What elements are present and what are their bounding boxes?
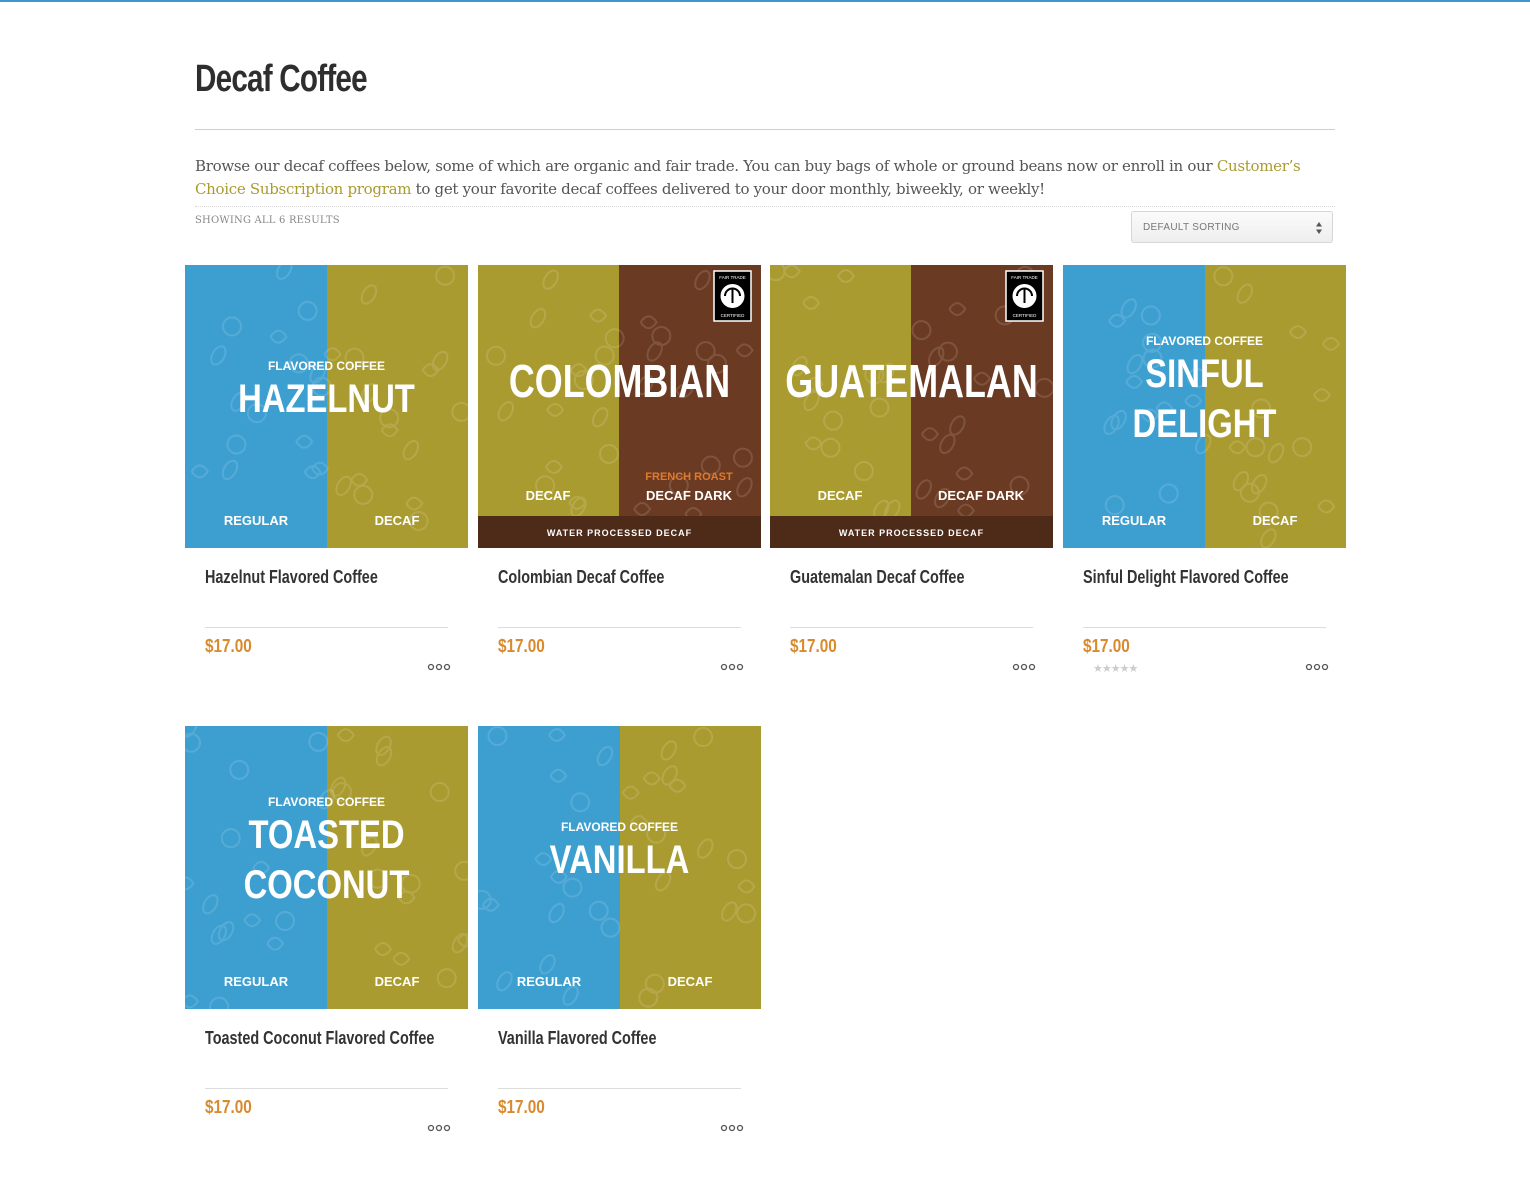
product-image[interactable]: FLAVORED COFFEE VANILLA REGULAR DECAF xyxy=(478,726,761,1009)
dotted-divider xyxy=(195,206,1335,207)
product-divider xyxy=(790,627,1033,628)
category-description: Browse our decaf coffees below, some of … xyxy=(195,155,1335,201)
more-options-icon[interactable] xyxy=(720,1124,744,1132)
product-image-right-label: DECAF xyxy=(375,513,420,528)
more-options-icon[interactable] xyxy=(1012,663,1036,671)
product-divider xyxy=(205,627,448,628)
product-name-link[interactable]: Guatemalan Decaf Coffee xyxy=(790,567,964,588)
product-name-link[interactable]: Colombian Decaf Coffee xyxy=(498,567,664,588)
product-divider xyxy=(498,627,741,628)
product-image-title-2: COCONUT xyxy=(244,862,410,907)
product-card: FLAVORED COFFEE HAZELNUT REGULAR DECAF Hazel… xyxy=(185,265,468,725)
product-name-link[interactable]: Vanilla Flavored Coffee xyxy=(498,1028,656,1049)
product-image-kicker: FLAVORED COFFEE xyxy=(561,820,678,834)
product-image[interactable]: GUATEMALAN DECAF DECAF DARK WATER PROCESSED… xyxy=(770,265,1053,548)
fair-trade-badge-icon: FAIR TRADE CERTIFIED xyxy=(713,270,752,322)
product-card: FLAVORED COFFEE SINFUL DELIGHT REGULAR DECAF… xyxy=(1063,265,1346,725)
product-image-left-label: REGULAR xyxy=(517,974,582,989)
product-card: GUATEMALAN DECAF DECAF DARK WATER PROCESSED… xyxy=(770,265,1053,725)
product-image-left-label: DECAF xyxy=(818,488,863,503)
select-arrows-icon xyxy=(1316,222,1322,234)
product-divider xyxy=(1083,627,1326,628)
product-image-right-label: DECAF DARK xyxy=(938,488,1025,503)
page-title: Decaf Coffee xyxy=(195,58,368,100)
svg-text:CERTIFIED: CERTIFIED xyxy=(1013,313,1037,318)
more-options-icon[interactable] xyxy=(427,663,451,671)
product-image-title: COLOMBIAN xyxy=(509,356,730,407)
svg-text:FAIR TRADE: FAIR TRADE xyxy=(1011,275,1037,280)
svg-text:CERTIFIED: CERTIFIED xyxy=(721,313,745,318)
product-image-roast: FRENCH ROAST xyxy=(645,471,733,483)
product-price: $17.00 xyxy=(205,636,252,656)
product-image-kicker: FLAVORED COFFEE xyxy=(268,359,385,373)
product-image-right-label: DECAF xyxy=(668,974,713,989)
more-options-icon[interactable] xyxy=(427,1124,451,1132)
description-text-end: to get your favorite decaf coffees deliv… xyxy=(411,180,1046,198)
product-image[interactable]: FLAVORED COFFEE SINFUL DELIGHT REGULAR DECAF xyxy=(1063,265,1346,548)
fair-trade-badge-icon: FAIR TRADE CERTIFIED xyxy=(1005,270,1044,322)
product-image-left-label: REGULAR xyxy=(1102,513,1167,528)
star-rating-icon: ★★★★★ xyxy=(1093,662,1138,675)
product-image-title: TOASTED xyxy=(248,812,404,857)
product-image-title: VANILLA xyxy=(550,837,690,882)
more-options-icon[interactable] xyxy=(1305,663,1329,671)
product-name-link[interactable]: Sinful Delight Flavored Coffee xyxy=(1083,567,1289,588)
product-image-title: GUATEMALAN xyxy=(785,356,1037,407)
product-divider xyxy=(205,1088,448,1089)
product-price: $17.00 xyxy=(205,1097,252,1117)
product-image[interactable]: FLAVORED COFFEE TOASTED COCONUT REGULAR DECA… xyxy=(185,726,468,1009)
sorting-selected-value: DEFAULT SORTING xyxy=(1143,222,1240,233)
product-image-right-label: DECAF xyxy=(1253,513,1298,528)
product-image-kicker: FLAVORED COFFEE xyxy=(1146,334,1263,348)
product-price: $17.00 xyxy=(790,636,837,656)
product-name-link[interactable]: Toasted Coconut Flavored Coffee xyxy=(205,1028,434,1049)
result-count: SHOWING ALL 6 RESULTS xyxy=(195,215,340,226)
product-name-link[interactable]: Hazelnut Flavored Coffee xyxy=(205,567,378,588)
product-image[interactable]: COLOMBIAN FRENCH ROAST DECAF DECAF DARK WATE… xyxy=(478,265,761,548)
product-price: $17.00 xyxy=(498,636,545,656)
product-price: $17.00 xyxy=(1083,636,1130,656)
product-image-left-label: DECAF xyxy=(526,488,571,503)
product-image-title: HAZELNUT xyxy=(238,376,415,421)
product-image-left-label: REGULAR xyxy=(224,513,289,528)
product-image-title: SINFUL xyxy=(1145,351,1263,396)
product-card: FLAVORED COFFEE TOASTED COCONUT REGULAR DECA… xyxy=(185,726,468,1186)
product-image-right-label: DECAF xyxy=(375,974,420,989)
title-divider xyxy=(195,129,1335,130)
product-divider xyxy=(498,1088,741,1089)
sorting-select[interactable]: DEFAULT SORTING xyxy=(1131,211,1333,243)
top-accent-line xyxy=(0,0,1530,2)
product-image-title-2: DELIGHT xyxy=(1133,401,1277,446)
product-image-kicker: FLAVORED COFFEE xyxy=(268,795,385,809)
description-text: Browse our decaf coffees below, some of … xyxy=(195,157,1217,175)
more-options-icon[interactable] xyxy=(720,663,744,671)
product-card: COLOMBIAN FRENCH ROAST DECAF DECAF DARK WATE… xyxy=(478,265,761,725)
product-image-left-label: REGULAR xyxy=(224,974,289,989)
product-card: FLAVORED COFFEE VANILLA REGULAR DECAF Vanill… xyxy=(478,726,761,1186)
product-price: $17.00 xyxy=(498,1097,545,1117)
product-image-band-text: WATER PROCESSED DECAF xyxy=(547,528,692,538)
product-image-right-label: DECAF DARK xyxy=(646,488,733,503)
svg-text:FAIR TRADE: FAIR TRADE xyxy=(719,275,745,280)
product-image[interactable]: FLAVORED COFFEE HAZELNUT REGULAR DECAF xyxy=(185,265,468,548)
product-image-band-text: WATER PROCESSED DECAF xyxy=(839,528,984,538)
